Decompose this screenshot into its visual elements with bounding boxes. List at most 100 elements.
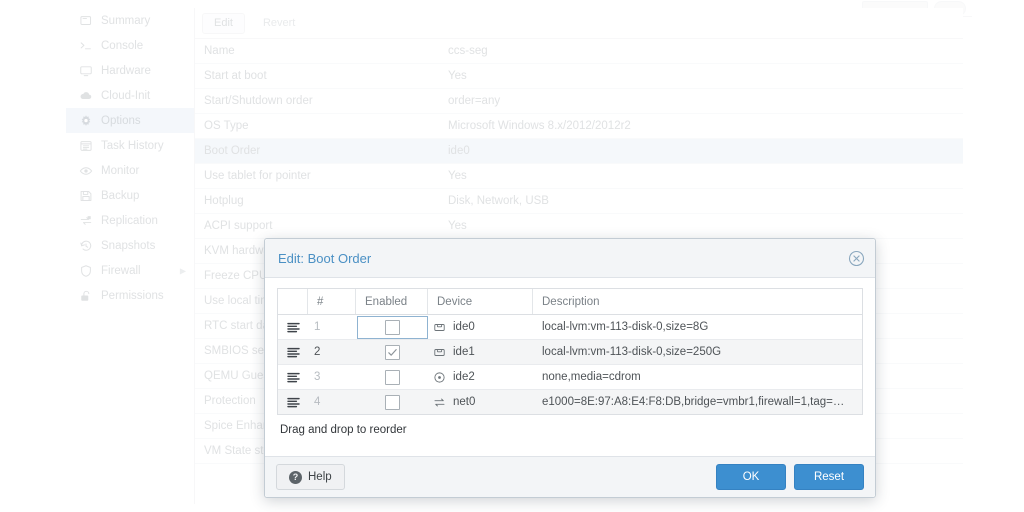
boot-device-name: ide1 <box>453 346 475 358</box>
edit-boot-order-dialog: Edit: Boot Order # Enabled Device Descri… <box>264 238 876 498</box>
reset-button[interactable]: Reset <box>794 464 864 490</box>
options-row-value: Yes <box>448 170 467 182</box>
options-row-key: Start/Shutdown order <box>204 95 313 107</box>
sidebar-item-permissions[interactable]: Permissions <box>66 283 194 308</box>
cloud-icon <box>78 89 93 103</box>
options-row[interactable]: OS Type Microsoft Windows 8.x/2012/2012r2 <box>195 114 963 139</box>
boot-order-index: 4 <box>314 396 321 408</box>
sidebar-item-cloud-init[interactable]: Cloud-Init <box>66 83 194 108</box>
options-row-key: ACPI support <box>204 220 273 232</box>
boot-enabled-cell[interactable] <box>356 365 428 389</box>
sidebar-item-label: Snapshots <box>101 239 156 252</box>
shield-icon <box>78 264 93 278</box>
options-row-value: Microsoft Windows 8.x/2012/2012r2 <box>448 120 631 132</box>
enabled-cell-wrapper <box>356 315 428 339</box>
drag-handle-icon[interactable] <box>278 315 308 339</box>
network-icon <box>433 396 446 409</box>
console-prompt-icon <box>78 39 93 53</box>
enabled-cell-wrapper <box>357 391 428 414</box>
options-row[interactable]: Start at boot Yes <box>195 64 963 89</box>
help-button-label: Help <box>308 471 332 483</box>
history-clock-icon <box>78 239 93 253</box>
sidebar-item-hardware[interactable]: Hardware <box>66 58 194 83</box>
enabled-checkbox[interactable] <box>384 394 400 410</box>
monitor-icon <box>78 64 93 78</box>
sidebar-item-label: Permissions <box>101 289 164 302</box>
options-row-value: order=any <box>448 95 501 107</box>
chevron-right-icon[interactable]: ▶ <box>180 266 186 275</box>
sidebar-item-backup[interactable]: Backup <box>66 183 194 208</box>
enabled-checkbox[interactable] <box>384 319 400 335</box>
grid-header-row: # Enabled Device Description <box>278 289 862 315</box>
sidebar-item-label: Console <box>101 39 144 52</box>
boot-order-index: 1 <box>314 321 321 333</box>
dialog-title: Edit: Boot Order <box>278 250 372 266</box>
boot-device-description: local-lvm:vm-113-disk-0,size=8G <box>542 321 709 333</box>
column-header-description[interactable]: Description <box>533 289 862 314</box>
unlock-icon <box>78 289 93 303</box>
column-header-handle <box>278 289 308 314</box>
disk-icon <box>433 321 446 334</box>
grid-body: 1 ide0 local-lvm:vm-113-disk-0,size=8G 2 ide… <box>278 315 862 414</box>
boot-order-row[interactable]: 2 ide1 local-lvm:vm-113-disk-0,size=250G <box>278 340 862 365</box>
edit-button[interactable]: Edit <box>202 12 245 34</box>
enabled-checkbox[interactable] <box>384 344 400 360</box>
app-root: Summary Console Hardware Cloud-Init Options T… <box>0 0 1024 512</box>
sidebar-item-replication[interactable]: Replication <box>66 208 194 233</box>
boot-order-row[interactable]: 3 ide2 none,media=cdrom <box>278 365 862 390</box>
options-row[interactable]: Boot Order ide0 <box>195 139 963 164</box>
reorder-hint: Drag and drop to reorder <box>280 424 407 436</box>
sidebar-item-task-history[interactable]: Task History <box>66 133 194 158</box>
column-header-device[interactable]: Device <box>428 289 533 314</box>
boot-order-row[interactable]: 1 ide0 local-lvm:vm-113-disk-0,size=8G <box>278 315 862 340</box>
ok-button[interactable]: OK <box>716 464 786 490</box>
close-circle-icon[interactable] <box>848 250 865 267</box>
revert-button[interactable]: Revert <box>251 13 307 34</box>
boot-device-cell: net0 <box>428 390 533 414</box>
floppy-disk-icon <box>78 189 93 203</box>
boot-enabled-cell[interactable] <box>356 390 428 414</box>
sidebar: Summary Console Hardware Cloud-Init Options T… <box>66 8 195 504</box>
sidebar-item-snapshots[interactable]: Snapshots <box>66 233 194 258</box>
disk-icon <box>433 346 446 359</box>
sidebar-item-label: Monitor <box>101 164 140 177</box>
boot-device-name: net0 <box>453 396 476 408</box>
column-header-enabled[interactable]: Enabled <box>356 289 428 314</box>
boot-enabled-cell[interactable] <box>356 315 428 339</box>
options-row[interactable]: ACPI support Yes <box>195 214 963 239</box>
options-row[interactable]: Hotplug Disk, Network, USB <box>195 189 963 214</box>
boot-enabled-cell[interactable] <box>356 340 428 364</box>
enabled-checkbox[interactable] <box>384 369 400 385</box>
sidebar-item-label: Replication <box>101 214 158 227</box>
sidebar-item-firewall[interactable]: Firewall ▶ <box>66 258 194 283</box>
options-row-key: Hotplug <box>204 195 244 207</box>
sidebar-item-console[interactable]: Console <box>66 33 194 58</box>
help-button[interactable]: ? Help <box>276 464 345 490</box>
options-row[interactable]: Name ccs-seg <box>195 39 963 64</box>
options-toolbar: Edit Revert <box>195 8 963 39</box>
options-row[interactable]: Use tablet for pointer Yes <box>195 164 963 189</box>
enabled-cell-wrapper <box>357 341 428 364</box>
sync-arrows-icon <box>78 214 93 228</box>
boot-device-description: local-lvm:vm-113-disk-0,size=250G <box>542 346 722 358</box>
sidebar-item-label: Firewall <box>101 264 141 277</box>
sidebar-item-summary[interactable]: Summary <box>66 8 194 33</box>
boot-device-description: e1000=8E:97:A8:E4:F8:DB,bridge=vmbr1,fir… <box>542 396 845 408</box>
sidebar-item-label: Hardware <box>101 64 151 77</box>
footer-actions: OK Reset <box>716 464 864 490</box>
options-row-key: Name <box>204 45 235 57</box>
sidebar-item-monitor[interactable]: Monitor <box>66 158 194 183</box>
options-row-key: OS Type <box>204 120 249 132</box>
options-row-value: ccs-seg <box>448 45 488 57</box>
drag-handle-icon[interactable] <box>278 390 308 414</box>
boot-order-row[interactable]: 4 net0 e1000=8E:97:A8:E4:F8:DB,bridge=vmbr… <box>278 390 862 414</box>
options-row-value: ide0 <box>448 145 470 157</box>
boot-device-name: ide0 <box>453 321 475 333</box>
drag-handle-icon[interactable] <box>278 365 308 389</box>
column-header-index[interactable]: # <box>308 289 356 314</box>
options-row[interactable]: Start/Shutdown order order=any <box>195 89 963 114</box>
sidebar-item-options[interactable]: Options <box>66 108 194 133</box>
drag-handle-icon[interactable] <box>278 340 308 364</box>
options-row-value: Disk, Network, USB <box>448 195 549 207</box>
boot-device-name: ide2 <box>453 371 475 383</box>
